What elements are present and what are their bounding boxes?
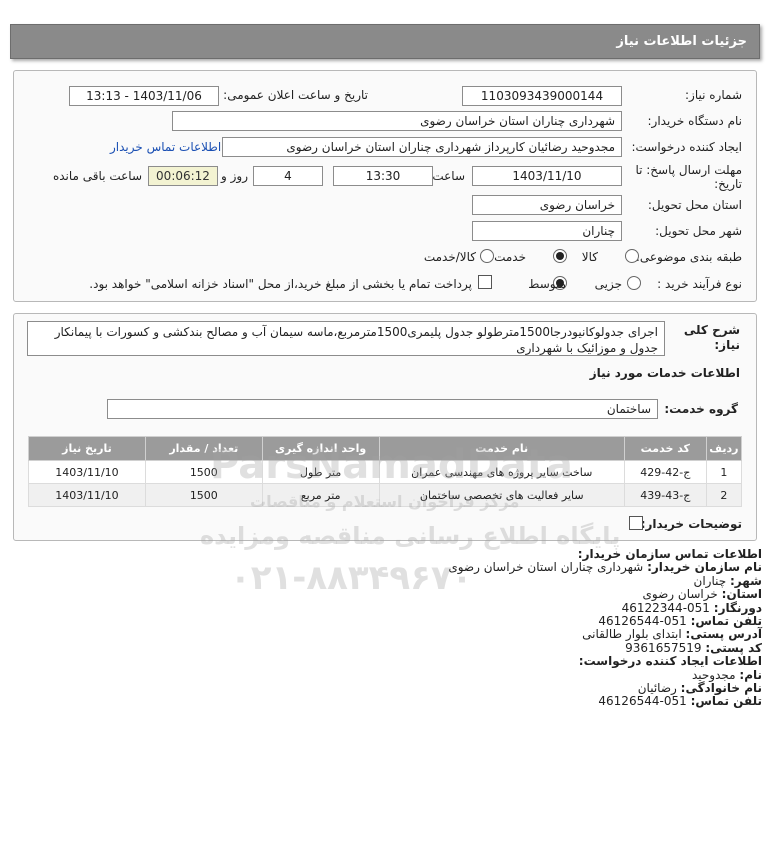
process-option-minor: جزیی [594, 277, 622, 291]
col-unit-header: واحد اندازه گیری [261, 436, 380, 461]
treasury-payment-note: پرداخت تمام یا بخشی از مبلغ خرید،از محل … [89, 277, 472, 291]
service-code: ج-42-429 [623, 460, 707, 484]
page-header: جزئیات اطلاعات نیاز [10, 24, 760, 59]
description-text: اجرای جدولوکانیودرجا1500مترطولو جدول پلی… [27, 321, 665, 356]
col-row-header: ردیف [705, 436, 743, 461]
first-name-label: نام: [739, 667, 762, 682]
table-row: 1 ج-42-429 ساخت سایر پروژه های مهندسی عم… [28, 460, 743, 484]
need-number-field: 1103093439000144 [462, 86, 622, 106]
description-label-need: نیاز: [714, 338, 740, 352]
category-radio-goods-service[interactable] [480, 249, 494, 263]
service-name: ساخت سایر پروژه های مهندسی عمران [378, 460, 625, 484]
city-field: چناران [472, 221, 622, 241]
col-qty-header: تعداد / مقدار [144, 436, 263, 461]
org-value: شهرداری چناران استان خراسان رضوی [448, 560, 644, 575]
service-unit: متر مربع [261, 483, 380, 507]
creator-label: ایجاد کننده درخواست: [631, 140, 742, 154]
col-code-header: کد خدمت [623, 436, 707, 461]
category-option-service: خدمت [494, 250, 526, 264]
category-option-goods: کالا [581, 250, 598, 264]
services-section-title: اطلاعات خدمات مورد نیاز [589, 366, 740, 380]
org-label: نام سازمان خریدار: [647, 560, 762, 575]
process-label: نوع فرآیند خرید : [657, 277, 742, 291]
creator-info-title: اطلاعات ایجاد کننده درخواست: [578, 654, 762, 669]
city-label: شهر محل تحویل: [655, 224, 742, 238]
deadline-date-field: 1403/11/10 [472, 166, 622, 186]
address-value: ابتدای بلوار طالقانی [582, 627, 682, 642]
row-index: 1 [705, 460, 743, 484]
service-qty: 1500 [144, 460, 263, 484]
service-unit: متر طول [261, 460, 380, 484]
buyer-org-field: شهرداری چناران استان خراسان رضوی [172, 111, 622, 131]
deadline-time-field: 13:30 [333, 166, 433, 186]
col-date-header: تاریخ نیاز [28, 436, 146, 461]
creator-field: مجدوحید رضائیان کارپرداز شهرداری چناران … [222, 137, 622, 157]
deadline-label: مهلت ارسال پاسخ: تا [635, 163, 742, 177]
col-name-header: نام خدمت [378, 436, 625, 461]
days-label: روز و [221, 169, 248, 183]
service-date: 1403/11/10 [28, 483, 146, 507]
remaining-time-field: 00:06:12 [148, 166, 218, 186]
service-date: 1403/11/10 [28, 460, 146, 484]
creator-phone-label: تلفن تماس: [690, 694, 762, 709]
remaining-time-label: ساعت باقی مانده [52, 169, 142, 183]
address-label: آدرس پستی: [685, 627, 762, 642]
service-group-field: ساختمان [107, 399, 658, 419]
service-name: سایر فعالیت های تخصصی ساختمان [378, 483, 625, 507]
phone-value: 051-46126544 [598, 614, 687, 629]
contact-title: اطلاعات تماس سازمان خریدار: [577, 547, 762, 561]
service-qty: 1500 [144, 483, 263, 507]
fax-label: دورنگار: [713, 600, 762, 615]
category-radio-goods[interactable] [625, 249, 639, 263]
province-value: خراسان رضوی [642, 587, 718, 602]
category-option-goods-service: کالا/خدمت [423, 250, 476, 264]
services-table: ردیف کد خدمت نام خدمت واحد اندازه گیری ت… [28, 436, 743, 507]
province-field: خراسان رضوی [472, 195, 622, 215]
city-label-contact: شهر: [730, 573, 762, 588]
last-name-label: نام خانوادگی: [680, 681, 762, 696]
postal-label: کد پستی: [705, 640, 762, 655]
last-name-value: رضائیان [637, 681, 677, 696]
treasury-payment-checkbox[interactable] [478, 275, 492, 289]
table-row: 2 ج-43-439 سایر فعالیت های تخصصی ساختمان… [28, 483, 743, 507]
buyer-notes-label: توضیحات خریدار: [640, 517, 742, 531]
deadline-label-date: تاریخ: [714, 177, 742, 191]
contact-info: اطلاعات تماس سازمان خریدار: نام سازمان خ… [242, 547, 762, 709]
creator-phone-value: 051-46126544 [598, 694, 687, 709]
category-label: طبقه بندی موضوعی: [635, 250, 742, 264]
province-label: استان محل تحویل: [647, 198, 742, 212]
service-group-label: گروه خدمت: [664, 402, 738, 416]
buyer-org-label: نام دستگاه خریدار: [647, 114, 743, 128]
city-value: چناران [693, 573, 727, 588]
process-option-medium: متوسط [528, 277, 566, 291]
announce-date-label: تاریخ و ساعت اعلان عمومی: [223, 88, 368, 102]
days-remaining-field: 4 [253, 166, 323, 186]
table-header-row: ردیف کد خدمت نام خدمت واحد اندازه گیری ت… [28, 436, 743, 461]
row-index: 2 [705, 483, 743, 507]
fax-value: 051-46122344 [621, 600, 710, 615]
phone-label: تلفن تماس: [690, 614, 762, 629]
province-label-contact: استان: [721, 587, 762, 602]
need-number-label: شماره نیاز: [685, 88, 742, 102]
process-radio-minor[interactable] [627, 276, 641, 290]
postal-value: 9361657519 [625, 640, 702, 655]
description-label: شرح کلی [683, 323, 740, 337]
category-radio-service[interactable] [553, 249, 567, 263]
service-code: ج-43-439 [623, 483, 707, 507]
page-title: جزئیات اطلاعات نیاز [616, 34, 747, 49]
buyer-contact-link[interactable]: اطلاعات تماس خریدار [110, 140, 221, 154]
first-name-value: مجدوحید [691, 667, 736, 682]
buyer-notes-checkbox[interactable] [629, 516, 643, 530]
deadline-time-label: ساعت [432, 169, 465, 183]
announce-date-field: 1403/11/06 - 13:13 [69, 86, 219, 106]
